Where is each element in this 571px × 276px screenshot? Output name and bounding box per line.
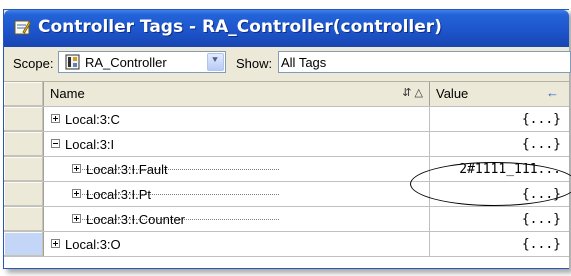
tag-editor-icon — [14, 20, 31, 35]
row-header[interactable] — [4, 232, 44, 256]
scope-label: Scope: — [13, 56, 54, 71]
highlight-callout-ellipse — [410, 162, 571, 206]
tag-value-cell[interactable]: {...} — [430, 107, 569, 131]
scope-value: RA_Controller — [85, 55, 167, 70]
tag-name: Local:3:I.Counter — [86, 212, 186, 227]
collapse-minus-icon[interactable] — [51, 139, 60, 148]
show-filter-field[interactable]: All Tags — [278, 51, 571, 73]
row-header[interactable] — [4, 132, 44, 156]
chevron-down-icon: ⯆ — [211, 55, 219, 66]
scope-dropdown-button[interactable]: ⯆ — [207, 53, 224, 71]
tag-name-cell[interactable]: Local:3:I.Pt — [44, 182, 430, 206]
value-column-header[interactable]: Value ← — [430, 82, 569, 106]
tag-name: Local:3:O — [65, 237, 121, 252]
tag-value: {...} — [521, 237, 561, 252]
tag-value-cell[interactable]: {...} — [430, 207, 569, 231]
window-title: Controller Tags - RA_Controller(controll… — [38, 17, 442, 37]
title-bar[interactable]: Controller Tags - RA_Controller(controll… — [4, 10, 569, 47]
tag-name: Local:3:I — [65, 137, 115, 152]
tag-name-cell[interactable]: Local:3:I — [44, 132, 430, 156]
tag-name-cell[interactable]: Local:3:O — [44, 232, 430, 256]
tag-name: Local:3:I.Pt — [86, 187, 152, 202]
expand-plus-icon[interactable] — [51, 239, 60, 248]
expand-plus-icon[interactable] — [72, 189, 81, 198]
sort-icon[interactable]: ⇵ △ — [402, 86, 423, 99]
tag-row-local-3-i-counter[interactable]: Local:3:I.Counter {...} — [4, 207, 569, 232]
corner-header — [4, 82, 44, 106]
controller-icon — [65, 54, 80, 70]
tag-value-cell[interactable]: {...} — [430, 132, 569, 156]
show-value: All Tags — [281, 55, 327, 70]
tag-row-local-3-c[interactable]: Local:3:C {...} — [4, 107, 569, 132]
row-header[interactable] — [4, 182, 44, 206]
expand-plus-icon[interactable] — [51, 114, 60, 123]
show-label: Show: — [236, 56, 273, 71]
name-column-label: Name — [50, 86, 85, 101]
tag-value: {...} — [521, 212, 561, 227]
tag-name-cell[interactable]: Local:3:C — [44, 107, 430, 131]
scope-dropdown[interactable]: RA_Controller ⯆ — [58, 51, 226, 73]
tag-name-cell[interactable]: Local:3:I.Fault — [44, 157, 430, 181]
expand-plus-icon[interactable] — [72, 164, 81, 173]
expand-plus-icon[interactable] — [72, 214, 81, 223]
row-header[interactable] — [4, 207, 44, 231]
arrow-left-icon[interactable]: ← — [546, 85, 559, 100]
tag-name: Local:3:I.Fault — [86, 162, 168, 177]
value-column-label: Value — [436, 86, 469, 101]
grid-header-row: Name ⇵ △ Value ← — [4, 82, 569, 107]
row-header[interactable] — [4, 157, 44, 181]
filter-toolbar: Scope: RA_Controller ⯆ Show: All Tags — [4, 47, 571, 82]
tag-row-local-3-i[interactable]: Local:3:I {...} — [4, 132, 569, 157]
tag-value: {...} — [521, 112, 561, 127]
tag-value: {...} — [521, 137, 561, 152]
tag-value-cell[interactable]: {...} — [430, 232, 569, 256]
row-header[interactable] — [4, 107, 44, 131]
name-column-header[interactable]: Name ⇵ △ — [44, 82, 430, 106]
tag-name: Local:3:C — [65, 112, 120, 127]
tag-name-cell[interactable]: Local:3:I.Counter — [44, 207, 430, 231]
tag-row-local-3-o[interactable]: Local:3:O {...} — [4, 232, 569, 257]
controller-tags-window: Controller Tags - RA_Controller(controll… — [3, 9, 571, 269]
